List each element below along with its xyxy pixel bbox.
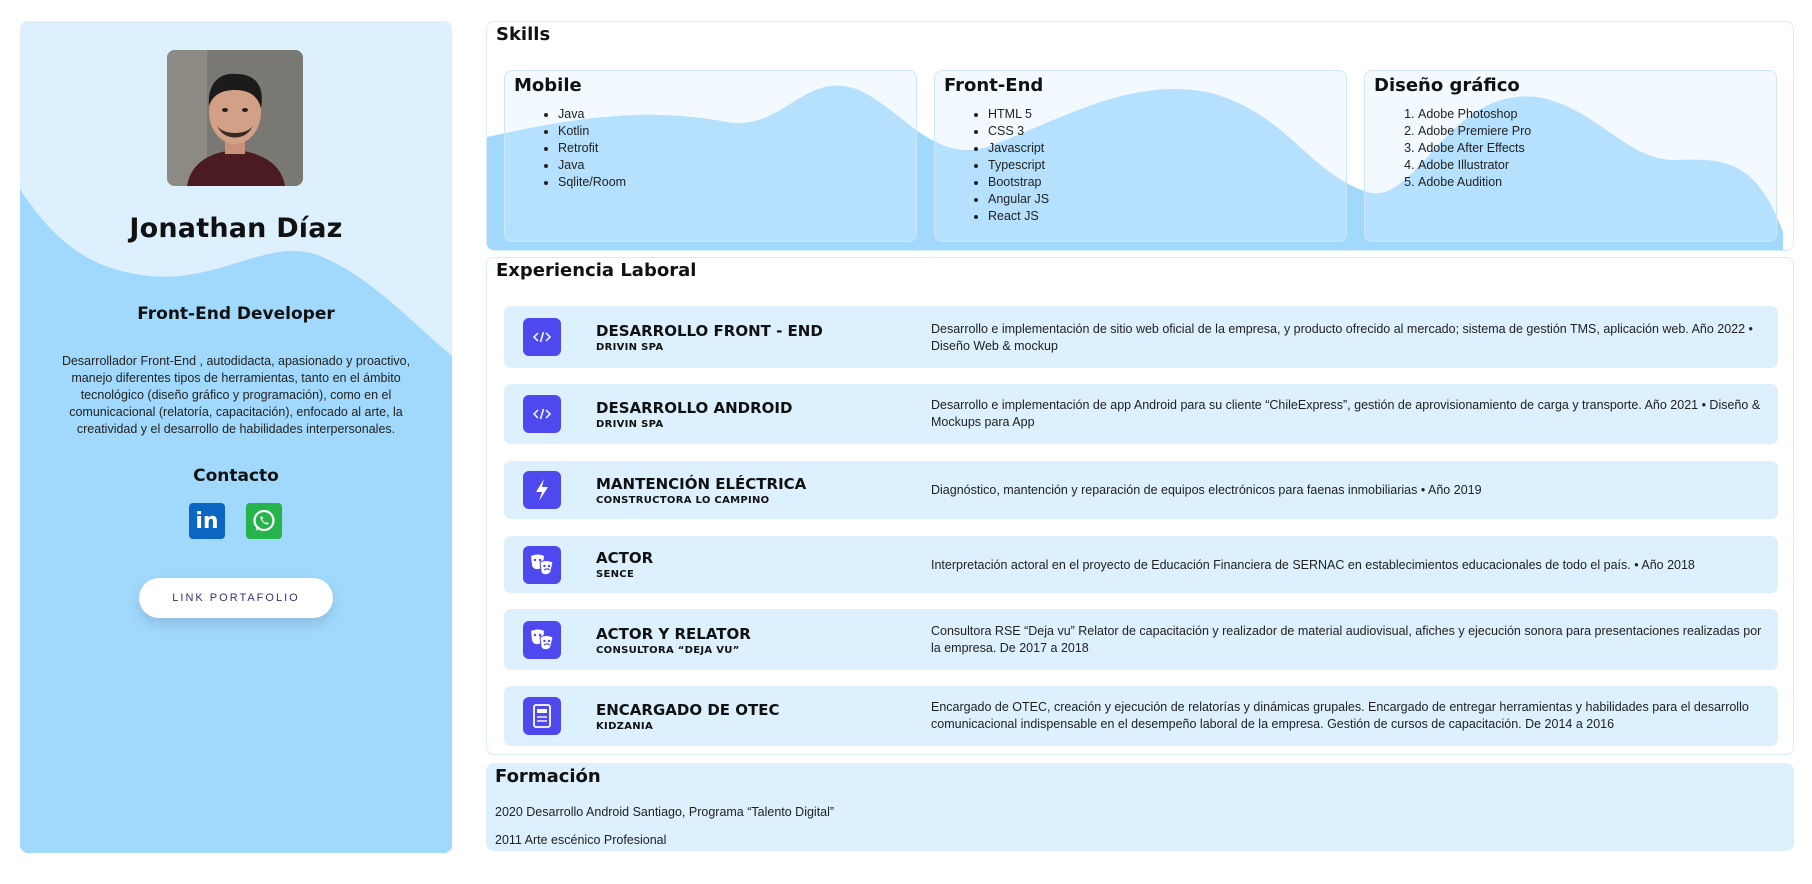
- job-company: CONSULTORA “DEJA VU”: [596, 645, 740, 656]
- job-title: DESARROLLO ANDROID: [596, 399, 793, 417]
- skill-list: HTML 5 CSS 3 Javascript Typescript Boots…: [944, 106, 1337, 225]
- skill-item: Java: [558, 157, 907, 174]
- skill-card-front-end: Front-End HTML 5 CSS 3 Javascript Typesc…: [934, 70, 1347, 242]
- job-item: DESARROLLO FRONT - END DRIVIN SPA Desarr…: [504, 306, 1778, 368]
- portfolio-link-button[interactable]: LINK PORTAFOLIO: [139, 578, 333, 618]
- job-company: DRIVIN SPA: [596, 342, 664, 353]
- job-item: DESARROLLO ANDROID DRIVIN SPA Desarrollo…: [504, 384, 1778, 444]
- skills-title: Skills: [496, 24, 551, 45]
- whatsapp-icon[interactable]: [246, 503, 282, 539]
- job-company: SENCE: [596, 569, 635, 580]
- skill-item: Kotlin: [558, 123, 907, 140]
- job-item: MANTENCIÓN ELÉCTRICA CONSTRUCTORA LO CAM…: [504, 461, 1778, 519]
- job-description: Desarrollo e implementación de sitio web…: [931, 322, 1753, 353]
- skill-item: React JS: [988, 208, 1337, 225]
- skill-card-title: Diseño gráfico: [1374, 75, 1520, 96]
- skills-section: Skills Mobile Java Kotlin Retrofit Java …: [486, 21, 1794, 251]
- formacion-item: 2011 Arte escénico Profesional: [495, 833, 667, 847]
- profile-name: Jonathan Díaz: [129, 213, 343, 244]
- formacion-title: Formación: [495, 766, 601, 787]
- job-title: MANTENCIÓN ELÉCTRICA: [596, 475, 807, 493]
- profile-photo: [167, 50, 303, 186]
- job-title: ENCARGADO DE OTEC: [596, 701, 780, 719]
- job-description: Desarrollo e implementación de app Andro…: [931, 398, 1761, 429]
- job-description: Consultora RSE “Deja vu” Relator de capa…: [931, 624, 1762, 655]
- job-description: Encargado de OTEC, creación y ejecución …: [931, 700, 1749, 731]
- skill-card-title: Front-End: [944, 75, 1044, 96]
- linkedin-label: in: [195, 508, 219, 534]
- job-description: Diagnóstico, mantención y reparación de …: [931, 483, 1482, 497]
- skill-item: Adobe Audition: [1418, 174, 1767, 191]
- skill-item: Sqlite/Room: [558, 174, 907, 191]
- skill-card-mobile: Mobile Java Kotlin Retrofit Java Sqlite/…: [504, 70, 917, 242]
- skill-item: Adobe Illustrator: [1418, 157, 1767, 174]
- formacion-item: 2020 Desarrollo Android Santiago, Progra…: [495, 805, 835, 819]
- profile-bio: Desarrollador Front-End , autodidacta, a…: [61, 354, 411, 436]
- skill-item: Java: [558, 106, 907, 123]
- theater-masks-icon: [523, 546, 561, 584]
- profile-card: Jonathan Díaz Front-End Developer Desarr…: [20, 21, 452, 853]
- job-company: DRIVIN SPA: [596, 419, 664, 430]
- skill-card-diseno-grafico: Diseño gráfico Adobe Photoshop Adobe Pre…: [1364, 70, 1777, 242]
- job-item: ACTOR SENCE Interpretación actoral en el…: [504, 536, 1778, 593]
- job-item: ENCARGADO DE OTEC KIDZANIA Encargado de …: [504, 686, 1778, 746]
- skill-item: CSS 3: [988, 123, 1337, 140]
- skill-item: Retrofit: [558, 140, 907, 157]
- skill-item: Bootstrap: [988, 174, 1337, 191]
- contact-title: Contacto: [193, 466, 279, 486]
- skill-item: Adobe After Effects: [1418, 140, 1767, 157]
- skill-item: Angular JS: [988, 191, 1337, 208]
- job-title: ACTOR Y RELATOR: [596, 625, 751, 643]
- experience-title: Experiencia Laboral: [496, 260, 697, 281]
- job-item: ACTOR Y RELATOR CONSULTORA “DEJA VU” Con…: [504, 609, 1778, 670]
- skill-item: Adobe Photoshop: [1418, 106, 1767, 123]
- lightning-icon: [523, 471, 561, 509]
- job-title: DESARROLLO FRONT - END: [596, 322, 823, 340]
- skill-list: Adobe Photoshop Adobe Premiere Pro Adobe…: [1374, 106, 1767, 191]
- skill-item: Javascript: [988, 140, 1337, 157]
- experience-section: Experiencia Laboral DESARROLLO FRONT - E…: [486, 257, 1794, 755]
- code-icon: [523, 318, 561, 356]
- job-company: CONSTRUCTORA LO CAMPINO: [596, 495, 770, 506]
- job-company: KIDZANIA: [596, 721, 653, 732]
- job-description: Interpretación actoral en el proyecto de…: [931, 558, 1695, 572]
- skill-item: HTML 5: [988, 106, 1337, 123]
- linkedin-icon[interactable]: in: [189, 503, 225, 539]
- skill-item: Adobe Premiere Pro: [1418, 123, 1767, 140]
- skill-item: Typescript: [988, 157, 1337, 174]
- skill-list: Java Kotlin Retrofit Java Sqlite/Room: [514, 106, 907, 191]
- document-icon: [523, 697, 561, 735]
- formacion-section: Formación 2020 Desarrollo Android Santia…: [486, 763, 1794, 851]
- theater-masks-icon: [523, 621, 561, 659]
- profile-role: Front-End Developer: [137, 304, 335, 324]
- job-title: ACTOR: [596, 549, 654, 567]
- code-icon: [523, 395, 561, 433]
- skill-card-title: Mobile: [514, 75, 582, 96]
